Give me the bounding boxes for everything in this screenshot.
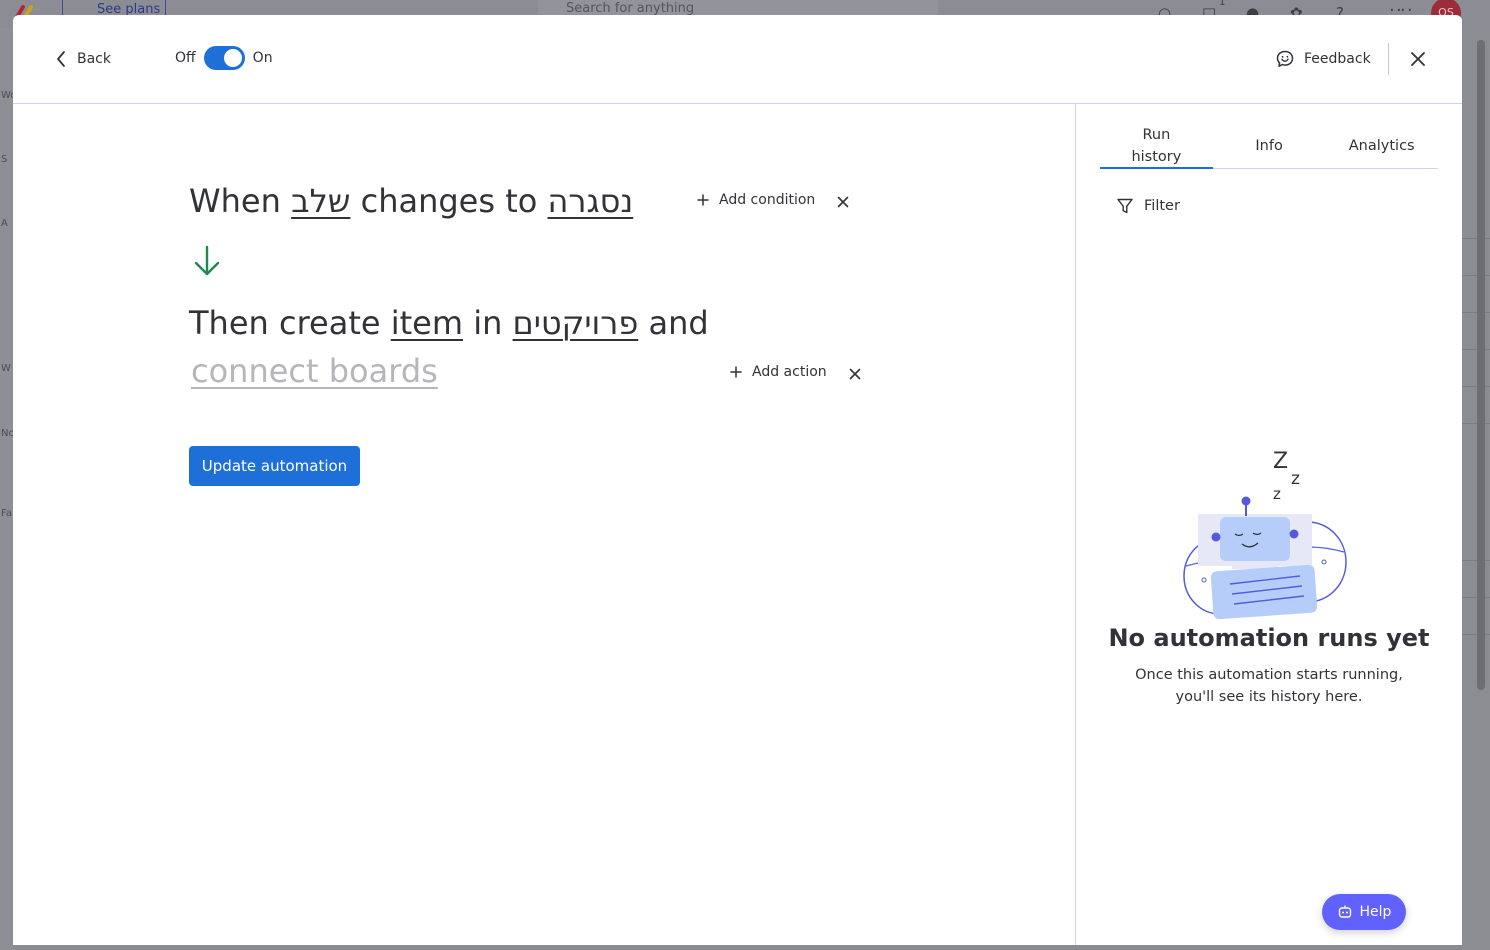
toggle-off-label: Off: [175, 50, 196, 66]
chevron-left-icon: [57, 51, 65, 67]
panel-tabs: Run history Info Analytics: [1100, 124, 1438, 169]
arrow-down-icon: [194, 245, 220, 276]
side-label: S: [1, 154, 8, 165]
close-icon[interactable]: [1406, 47, 1430, 71]
background-row-line: [1462, 238, 1490, 239]
connect-boards-token[interactable]: connect boards: [191, 352, 438, 390]
recipe-editor: When שלב changes to נסגרה Add condition …: [13, 104, 1075, 945]
tab-info[interactable]: Info: [1213, 124, 1326, 168]
background-scrollbar: [1477, 40, 1485, 690]
back-label: Back: [77, 51, 111, 67]
update-automation-button[interactable]: Update automation: [189, 446, 360, 486]
robot-help-icon: [1338, 905, 1351, 918]
status-value-token[interactable]: נסגרה: [548, 182, 634, 220]
background-row-line: [1462, 560, 1490, 561]
add-condition-button[interactable]: Add condition: [697, 192, 815, 208]
side-label: A: [1, 218, 8, 229]
remove-action-icon[interactable]: [848, 367, 862, 381]
background-row-line: [1462, 386, 1490, 387]
tab-run-history[interactable]: Run history: [1100, 124, 1213, 169]
background-row-line: [1462, 312, 1490, 313]
automation-toggle[interactable]: [203, 46, 245, 70]
and-text: and: [648, 304, 709, 342]
add-condition-label: Add condition: [719, 192, 816, 208]
side-label: Fa: [1, 508, 12, 519]
empty-state-description: Once this automation starts running, you…: [1076, 664, 1462, 708]
remove-condition-icon[interactable]: [836, 195, 850, 209]
toggle-on-label: On: [252, 50, 273, 66]
action-sentence: Then create item in פרויקטים and: [189, 304, 709, 342]
help-button[interactable]: Help: [1322, 894, 1406, 930]
filter-label: Filter: [1144, 198, 1180, 214]
feedback-icon: [1276, 50, 1294, 67]
board-token[interactable]: פרויקטים: [513, 304, 639, 342]
automation-toggle-group: Off On: [175, 46, 273, 70]
help-label: Help: [1359, 904, 1392, 920]
svg-text:Z: Z: [1273, 449, 1288, 474]
tab-analytics[interactable]: Analytics: [1325, 124, 1438, 168]
filter-icon: [1117, 198, 1133, 214]
then-create-text: Then create: [189, 304, 381, 342]
item-token[interactable]: item: [391, 304, 463, 342]
background-sidebar: Wo S A W No Fa: [0, 28, 16, 950]
automation-modal: Back Off On Feedback When שלב changes to…: [13, 15, 1462, 945]
when-text: When: [189, 182, 281, 220]
column-token[interactable]: שלב: [291, 182, 350, 220]
side-panel: Run history Info Analytics Filter Z z z: [1076, 104, 1462, 945]
changes-to-text: changes to: [360, 182, 538, 220]
empty-state-line-1: Once this automation starts running,: [1135, 667, 1403, 683]
background-row-line: [1462, 275, 1490, 276]
plus-icon: [697, 194, 709, 206]
add-action-label: Add action: [752, 364, 827, 380]
inbox-count: 1: [1219, 0, 1226, 8]
background-row-line: [1462, 634, 1490, 635]
back-button[interactable]: Back: [55, 45, 111, 73]
feedback-button[interactable]: Feedback: [1275, 45, 1371, 73]
svg-text:z: z: [1273, 485, 1281, 503]
trigger-sentence: When שלב changes to נסגרה: [189, 182, 633, 220]
action-sentence-continued: connect boards: [191, 352, 438, 390]
background-row-line: [1462, 597, 1490, 598]
plus-icon: [730, 366, 742, 378]
toggle-knob: [223, 49, 242, 67]
add-action-button[interactable]: Add action: [730, 364, 827, 380]
in-text: in: [473, 304, 503, 342]
modal-header: Back Off On Feedback: [13, 15, 1462, 104]
background-row-line: [1462, 349, 1490, 350]
feedback-label: Feedback: [1304, 51, 1371, 67]
background-row-line: [1462, 423, 1490, 424]
header-divider: [1388, 43, 1389, 75]
empty-state-title: No automation runs yet: [1108, 624, 1430, 652]
empty-state-line-2: you'll see its history here.: [1175, 689, 1363, 705]
filter-button[interactable]: Filter: [1116, 197, 1180, 215]
sleeping-robot-illustration: Z z z: [1183, 449, 1347, 619]
side-label: W: [1, 363, 11, 374]
svg-text:z: z: [1291, 469, 1300, 489]
background-board-edge: [1462, 28, 1490, 950]
